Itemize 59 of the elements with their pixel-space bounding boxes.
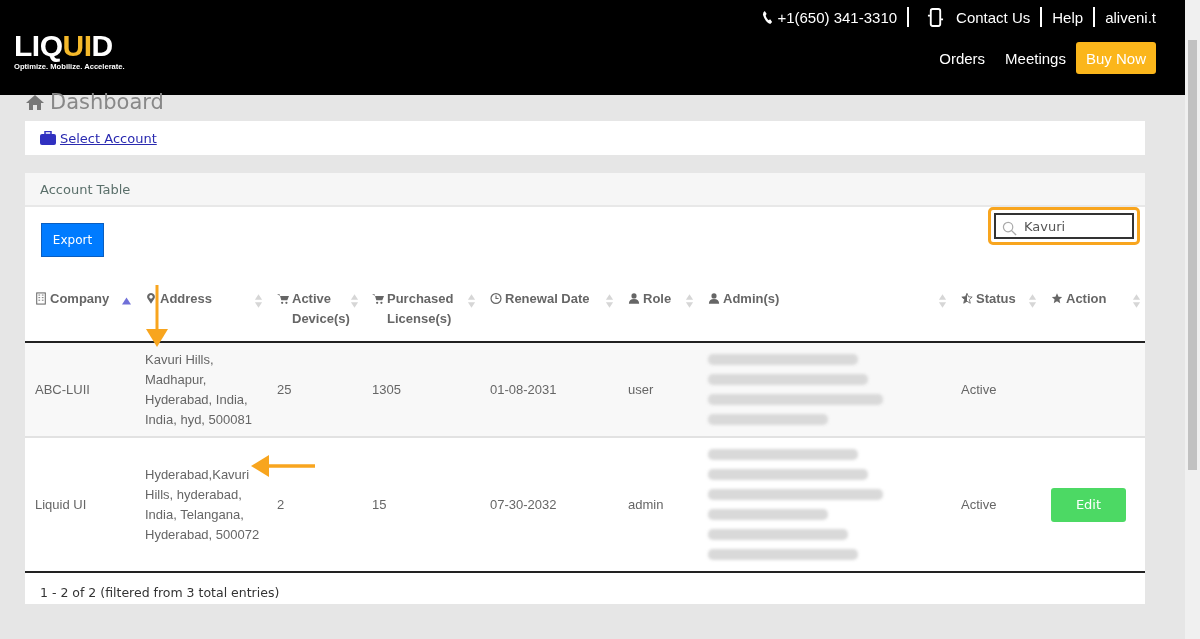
active-devices-cell: 25 — [277, 381, 292, 397]
header-link[interactable]: +1(650) 341-3310 — [777, 8, 898, 26]
phone-icon — [762, 9, 774, 25]
briefcase-icon — [40, 131, 56, 145]
renewal-date-cell: 07-30-2032 — [490, 496, 557, 512]
sort-icon[interactable] — [938, 293, 947, 309]
column-header[interactable]: Company — [50, 289, 110, 309]
cart-icon — [277, 292, 289, 305]
search-field[interactable]: Kavuri — [994, 213, 1134, 239]
scrollbar[interactable] — [1185, 0, 1200, 639]
address-cell: Hyderabad,Kavuri Hills, hyderabad, India, Telangana, Hyderabad, 500072 — [145, 466, 260, 542]
sort-icon[interactable] — [685, 293, 694, 309]
clock-icon — [490, 292, 502, 305]
home-icon — [25, 94, 45, 110]
company-cell: ABC-LUII — [35, 381, 90, 397]
column-header[interactable]: Purchased License(s) — [387, 289, 467, 329]
status-cell: Active — [961, 381, 997, 397]
table-info: 1 - 2 of 2 (filtered from 3 total entries) — [40, 585, 280, 600]
column-header[interactable]: Renewal Date — [505, 289, 590, 309]
building-icon — [35, 292, 47, 305]
map-pin-icon — [145, 292, 157, 305]
user-icon — [708, 292, 720, 305]
page-title: Dashboard — [50, 89, 164, 115]
renewal-date-cell: 01-08-2031 — [490, 381, 557, 397]
sort-ascending-icon[interactable] — [122, 297, 131, 305]
nav-link[interactable]: Meetings — [1005, 49, 1066, 67]
annotation-arrow — [251, 455, 315, 477]
sort-icon[interactable] — [1132, 293, 1141, 309]
nav-link[interactable]: Orders — [939, 49, 986, 67]
role-cell: admin — [628, 496, 664, 512]
header-link[interactable]: Contact Us — [956, 8, 1031, 26]
sort-icon[interactable] — [467, 293, 476, 309]
column-header[interactable]: Action — [1066, 289, 1107, 309]
column-header[interactable]: Status — [976, 289, 1016, 309]
user-icon — [628, 292, 640, 305]
sort-icon[interactable] — [349, 293, 359, 309]
mobile-phone-icon — [927, 7, 945, 27]
column-header[interactable]: Address — [160, 289, 213, 309]
purchased-licenses-cell: 1305 — [372, 381, 401, 397]
column-header[interactable]: Role — [643, 289, 672, 309]
address-cell: Kavuri Hills, Madhapur, Hyderabad, India, India, hyd, 500081 — [145, 351, 252, 427]
active-devices-cell: 2 — [277, 496, 285, 512]
purchased-licenses-cell: 15 — [372, 496, 387, 512]
sort-icon[interactable] — [254, 293, 263, 309]
half-star-icon — [961, 292, 973, 305]
header-link[interactable]: Help — [1052, 8, 1084, 26]
sort-icon[interactable] — [605, 293, 614, 309]
sort-icon[interactable] — [1028, 293, 1037, 309]
select-account-link[interactable]: Select Account — [60, 130, 157, 146]
panel-title: Account Table — [40, 181, 131, 197]
column-header[interactable]: Active Device(s) — [292, 289, 350, 329]
status-cell: Active — [961, 496, 997, 512]
star-icon — [1051, 292, 1063, 305]
cart-icon — [372, 292, 384, 305]
export-button[interactable]: Export — [41, 223, 104, 257]
column-header[interactable]: Admin(s) — [723, 289, 780, 309]
role-cell: user — [628, 381, 654, 397]
company-cell: Liquid UI — [35, 496, 87, 512]
header-link[interactable]: aliveni.t — [1105, 8, 1156, 26]
